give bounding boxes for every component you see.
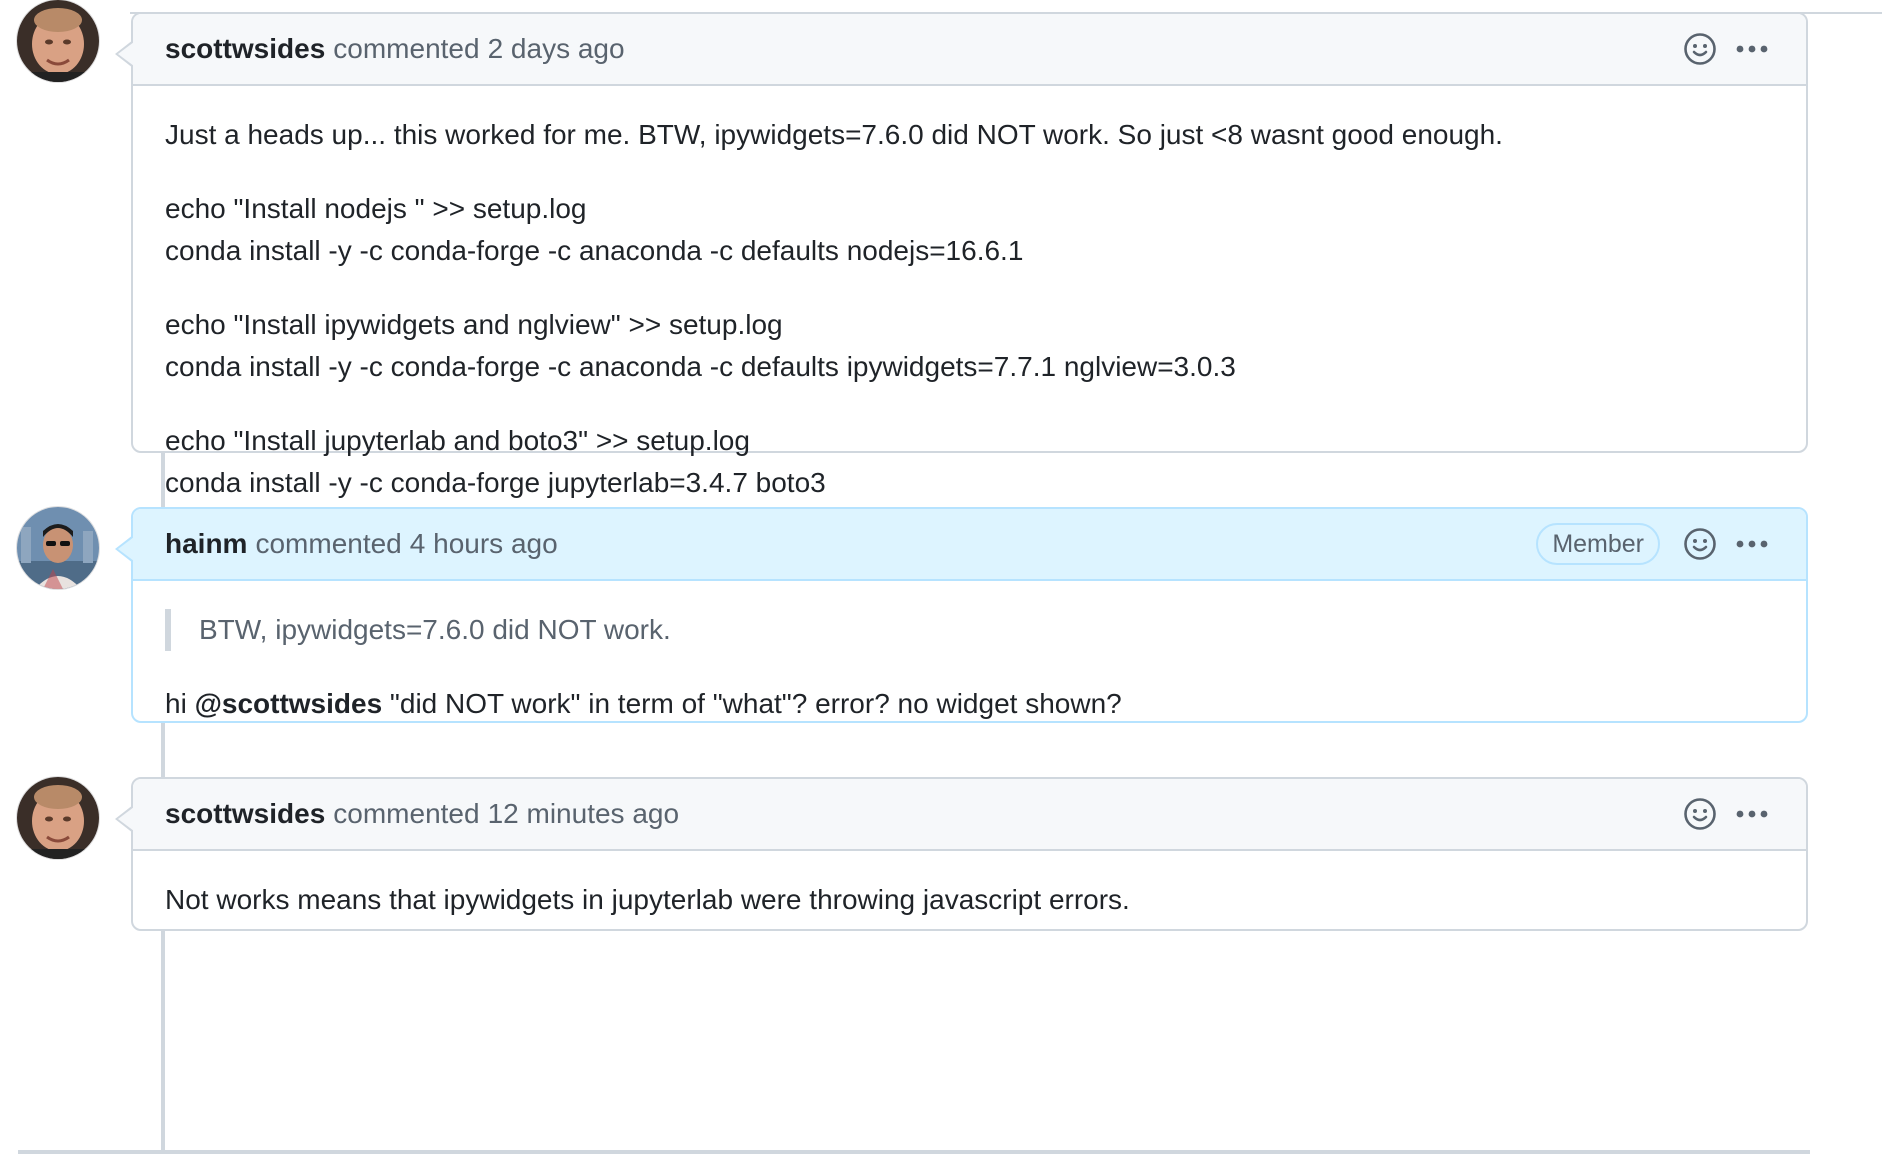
comment-actions [1682, 779, 1770, 849]
avatar-scottwsides[interactable] [17, 777, 99, 859]
comment-header: scottwsides commented 12 minutes ago [133, 779, 1806, 851]
kebab-horizontal-icon[interactable] [1734, 31, 1770, 67]
comment-actions: Member [1536, 509, 1770, 579]
comment-action: commented [255, 528, 402, 559]
comment-action: commented [333, 798, 480, 829]
kebab-horizontal-icon[interactable] [1734, 526, 1770, 562]
comment-card: hainm commented 4 hours ago Member BTW, … [115, 507, 1808, 723]
avatar-hainm[interactable] [17, 507, 99, 589]
blockquote: BTW, ipywidgets=7.6.0 did NOT work. [165, 609, 1774, 651]
member-badge: Member [1536, 523, 1660, 565]
comment-timestamp[interactable]: 4 hours ago [410, 528, 558, 560]
comment-body: Just a heads up... this worked for me. B… [133, 86, 1806, 534]
comment-paragraph: Just a heads up... this worked for me. B… [165, 119, 1503, 150]
comment-paragraph: echo "Install nodejs " >> setup.log conda… [165, 193, 1024, 266]
comment-header: hainm commented 4 hours ago Member [133, 509, 1806, 581]
timeline-connector [161, 930, 165, 1152]
comment-timestamp[interactable]: 12 minutes ago [488, 798, 679, 830]
comment-action: commented [333, 33, 480, 64]
avatar-photo [17, 0, 99, 82]
comment-author[interactable]: scottwsides [165, 33, 325, 65]
user-mention[interactable]: @scottwsides [195, 688, 383, 719]
comment-author[interactable]: scottwsides [165, 798, 325, 830]
comment-paragraph: echo "Install jupyterlab and boto3" >> s… [165, 425, 826, 498]
comment-actions [1682, 14, 1770, 84]
comment-card: scottwsides commented 2 days ago Just a … [115, 12, 1808, 498]
comment-header: scottwsides commented 2 days ago [133, 14, 1806, 86]
comment-body: Not works means that ipywidgets in jupyt… [133, 851, 1806, 951]
comment-paragraph: hi @scottwsides "did NOT work" in term o… [165, 688, 1122, 719]
smiley-icon[interactable] [1682, 31, 1718, 67]
comment-paragraph: echo "Install ipywidgets and nglview" >>… [165, 309, 1236, 382]
kebab-horizontal-icon[interactable] [1734, 796, 1770, 832]
avatar-photo [17, 777, 99, 859]
avatar-scottwsides[interactable] [17, 0, 99, 82]
comment-paragraph: Not works means that ipywidgets in jupyt… [165, 884, 1130, 915]
smiley-icon[interactable] [1682, 526, 1718, 562]
comment-timestamp[interactable]: 2 days ago [488, 33, 625, 65]
bottom-divider [18, 1150, 1810, 1154]
avatar-photo [17, 507, 99, 589]
comment-body: BTW, ipywidgets=7.6.0 did NOT work. hi @… [133, 581, 1806, 755]
comment-author[interactable]: hainm [165, 528, 247, 560]
smiley-icon[interactable] [1682, 796, 1718, 832]
comment-card: scottwsides commented 12 minutes ago Not… [115, 777, 1808, 931]
